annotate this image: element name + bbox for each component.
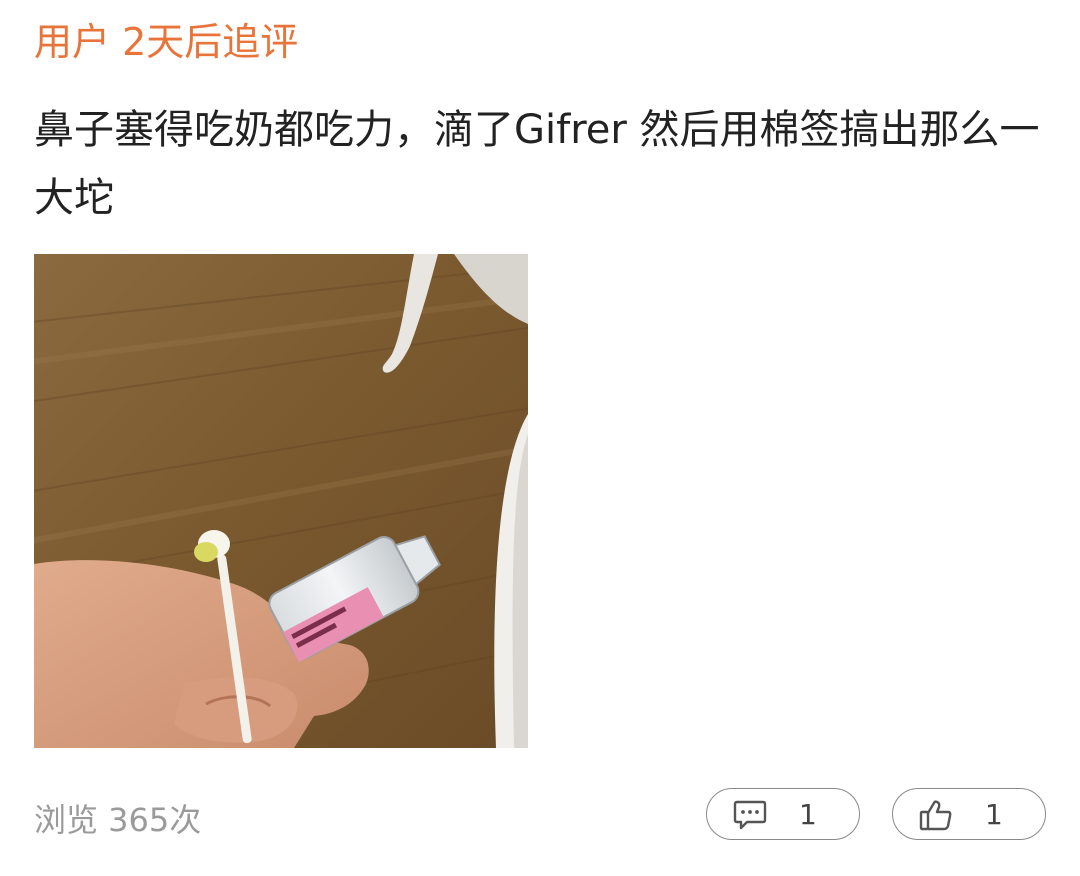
like-count: 1 — [985, 798, 1003, 831]
comment-bubble-icon — [733, 799, 767, 831]
follow-up-review-header: 用户 2天后追评 — [34, 20, 299, 64]
comment-button[interactable]: 1 — [706, 788, 860, 840]
comment-count: 1 — [799, 798, 817, 831]
thumbs-up-icon — [919, 799, 953, 831]
like-button[interactable]: 1 — [892, 788, 1046, 840]
review-photo[interactable] — [34, 254, 528, 748]
photo-image — [34, 254, 528, 748]
review-text: 鼻子塞得吃奶都吃力，滴了Gifrer 然后用棉签搞出那么一大坨 — [34, 107, 1040, 221]
view-count: 浏览 365次 — [34, 801, 202, 839]
